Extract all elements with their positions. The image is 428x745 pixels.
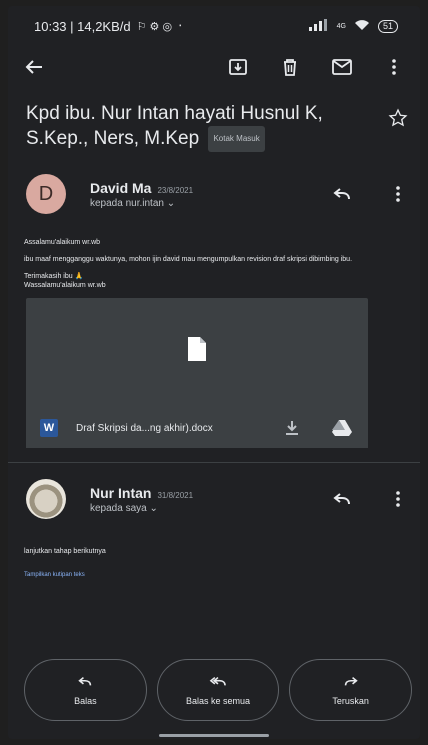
avatar[interactable]: D — [26, 174, 66, 214]
reply-all-label: Balas ke semua — [185, 696, 251, 706]
message-divider — [8, 462, 420, 463]
forward-icon — [344, 674, 358, 692]
sender-block: Nur Intan 31/8/2021 kepada saya ⌄ — [90, 485, 330, 514]
recipient-text: kepada nur.intan — [90, 197, 164, 209]
archive-icon[interactable] — [226, 55, 250, 79]
status-right: 4G 51 — [308, 18, 398, 34]
battery-icon: 51 — [377, 19, 398, 33]
status-bar: 10:33 | 14,2KB/d ⚐ ⚙ ◎ ⋅ 4G 51 — [8, 6, 420, 46]
subject-area: Kpd ibu. Nur Intan hayati Husnul K, S.Ke… — [8, 88, 420, 152]
reply-icon[interactable] — [330, 182, 354, 206]
reply-button[interactable]: Balas — [24, 659, 147, 721]
attachment-card[interactable]: W Draf Skripsi da...ng akhir).docx — [26, 298, 368, 448]
forward-button[interactable]: Teruskan — [289, 659, 413, 721]
sender-name: Nur Intan — [90, 484, 152, 501]
chevron-down-icon[interactable]: ⌄ — [167, 198, 175, 209]
notification-icons: ⚐ ⚙ ◎ — [136, 20, 173, 33]
closing-line-2: Wassalamu'alaikum wr.wb — [24, 282, 106, 289]
recipient-line[interactable]: kepada saya ⌄ — [90, 503, 330, 514]
delete-icon[interactable] — [278, 55, 302, 79]
message-actions — [330, 182, 410, 206]
body-text: lanjutkan tahap berikutnya — [24, 548, 106, 555]
home-indicator[interactable] — [159, 734, 269, 737]
document-icon — [188, 337, 206, 361]
recipient-text: kepada saya — [90, 502, 147, 514]
sender-block: David Ma 23/8/2021 kepada nur.intan ⌄ — [90, 180, 330, 209]
message-body-2: lanjutkan tahap berikutnya — [8, 547, 420, 556]
attachment-bar: W Draf Skripsi da...ng akhir).docx — [26, 408, 368, 448]
more-vert-icon[interactable] — [386, 182, 410, 206]
chevron-down-icon[interactable]: ⌄ — [150, 503, 158, 514]
signal-icon — [308, 18, 329, 34]
inbox-label[interactable]: Kotak Masuk — [208, 126, 265, 152]
message-date: 23/8/2021 — [157, 185, 194, 195]
toolbar-actions — [226, 55, 406, 79]
drive-icon[interactable] — [330, 416, 354, 440]
email-toolbar — [8, 46, 420, 88]
reply-icon — [78, 674, 92, 692]
status-time: 10:33 | 14,2KB/d — [34, 18, 131, 34]
greeting-text: Assalamu'alaikum wr.wb — [24, 239, 101, 246]
download-icon[interactable] — [280, 416, 304, 440]
show-quoted-text-link[interactable]: Tampilkan kutipan teks — [8, 572, 420, 578]
subject-text: Kpd ibu. Nur Intan hayati Husnul K, S.Ke… — [26, 103, 323, 150]
mark-unread-icon[interactable] — [330, 55, 354, 79]
closing-text: Terimakasih ibu 🙏 Wassalamu'alaikum wr.wb — [24, 272, 404, 290]
reply-all-icon — [209, 674, 227, 692]
forward-label: Teruskan — [332, 696, 369, 706]
body-text: ibu maaf mengganggu waktunya, mohon ijin… — [24, 256, 353, 263]
attachment-name[interactable]: Draf Skripsi da...ng akhir).docx — [76, 423, 280, 434]
reply-bar: Balas Balas ke semua Teruskan — [24, 659, 413, 721]
sender-row: David Ma 23/8/2021 — [90, 180, 330, 196]
reply-icon[interactable] — [330, 487, 354, 511]
email-subject: Kpd ibu. Nur Intan hayati Husnul K, S.Ke… — [26, 102, 370, 152]
closing-line-1: Terimakasih ibu 🙏 — [24, 273, 84, 280]
message-header-1[interactable]: D David Ma 23/8/2021 kepada nur.intan ⌄ — [8, 168, 420, 220]
sender-row: Nur Intan 31/8/2021 — [90, 485, 330, 501]
message-body-1: Assalamu'alaikum wr.wb ibu maaf menggang… — [8, 238, 420, 290]
status-dot: ⋅ — [178, 18, 183, 33]
word-file-icon: W — [40, 419, 58, 437]
back-arrow-icon[interactable] — [22, 55, 46, 79]
phone-screen: 10:33 | 14,2KB/d ⚐ ⚙ ◎ ⋅ 4G 51 Kpd ibu. … — [8, 6, 420, 739]
more-vert-icon[interactable] — [382, 55, 406, 79]
status-left: 10:33 | 14,2KB/d ⚐ ⚙ ◎ ⋅ — [34, 18, 182, 34]
sender-name: David Ma — [90, 179, 152, 196]
reply-all-button[interactable]: Balas ke semua — [156, 659, 280, 721]
wifi-icon — [354, 19, 370, 34]
star-icon[interactable] — [386, 106, 410, 130]
more-vert-icon[interactable] — [386, 487, 410, 511]
message-date: 31/8/2021 — [157, 490, 194, 500]
message-actions — [330, 487, 410, 511]
attachment-actions — [280, 416, 354, 440]
message-header-2[interactable]: Nur Intan 31/8/2021 kepada saya ⌄ — [8, 473, 420, 525]
signal-label: 4G — [336, 22, 346, 30]
reply-label: Balas — [74, 696, 97, 706]
profile-photo-avatar[interactable] — [26, 479, 66, 519]
recipient-line[interactable]: kepada nur.intan ⌄ — [90, 198, 330, 209]
